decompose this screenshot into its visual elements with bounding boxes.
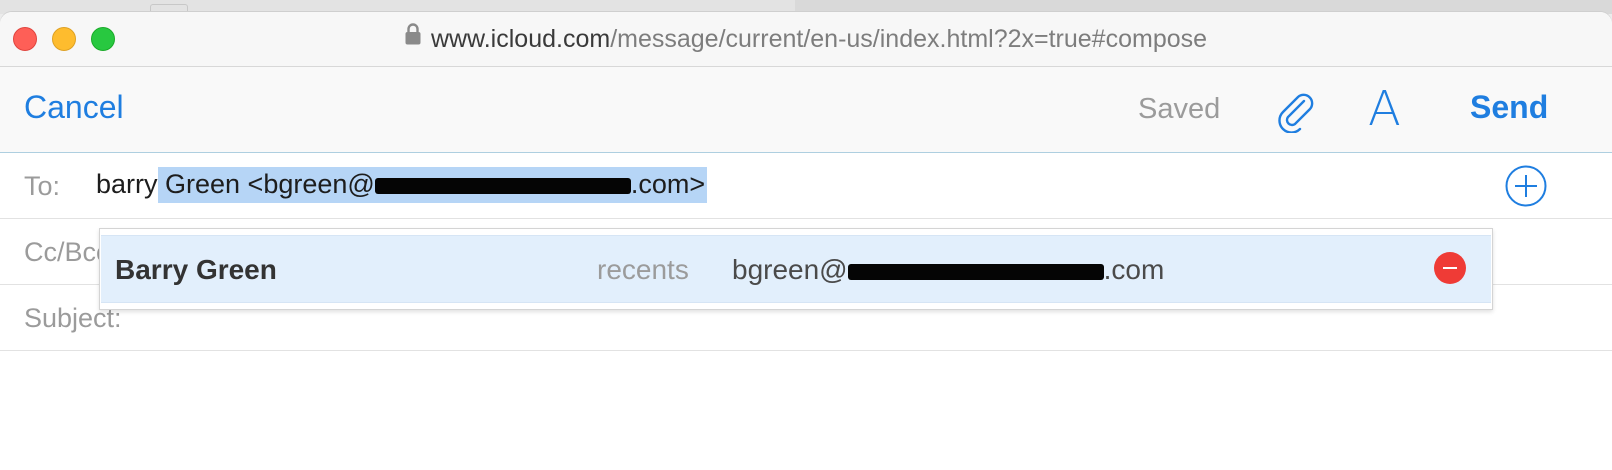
to-field-row: To: barry Green <bgreen@ .com> — [0, 153, 1612, 219]
to-typed-text: barry — [96, 169, 158, 199]
paperclip-icon[interactable] — [1274, 89, 1318, 134]
suggestion-name: Barry Green — [115, 254, 277, 285]
address-bar[interactable]: www.icloud.com/message/current/en-us/ind… — [0, 20, 1612, 58]
browser-window: www.icloud.com/message/current/en-us/ind… — [0, 12, 1612, 470]
url-host: www.icloud.com — [430, 25, 611, 53]
url-path: /message/current/en-us/index.html?2x=tru… — [610, 25, 1208, 53]
to-label: To: — [24, 171, 61, 201]
screen: www.icloud.com/message/current/en-us/ind… — [0, 0, 1612, 470]
lock-icon — [405, 18, 421, 56]
compose-toolbar: Cancel Saved A Send — [0, 67, 1612, 153]
to-autocomplete-selection: Green <bgreen@ .com> — [157, 167, 708, 203]
autocomplete-suggestion[interactable]: Barry Green recents bgreen@ .com — [101, 235, 1491, 303]
saved-status: Saved — [1138, 93, 1221, 125]
title-bar: www.icloud.com/message/current/en-us/ind… — [0, 12, 1612, 67]
add-recipient-plus-icon[interactable] — [1505, 165, 1547, 207]
to-selected-text-start: Green <bgreen@ — [157, 169, 375, 199]
message-body[interactable] — [0, 351, 1612, 470]
send-button[interactable]: Send — [1470, 89, 1548, 126]
redaction-bar — [847, 263, 1104, 280]
remove-suggestion-button[interactable] — [1434, 252, 1466, 284]
font-format-button[interactable]: A — [1368, 81, 1401, 137]
redaction-bar — [374, 177, 631, 194]
to-input[interactable]: barry Green <bgreen@ .com> — [96, 167, 708, 203]
suggestion-email-end: .com — [1103, 254, 1165, 285]
suggestion-email: bgreen@ .com — [732, 254, 1164, 286]
to-selected-text-end: .com> — [630, 169, 706, 199]
suggestion-source: recents — [597, 254, 689, 285]
suggestion-email-start: bgreen@ — [732, 254, 848, 285]
minus-icon — [1443, 267, 1457, 269]
autocomplete-popup: Barry Green recents bgreen@ .com — [99, 228, 1493, 310]
cancel-button[interactable]: Cancel — [24, 89, 124, 126]
